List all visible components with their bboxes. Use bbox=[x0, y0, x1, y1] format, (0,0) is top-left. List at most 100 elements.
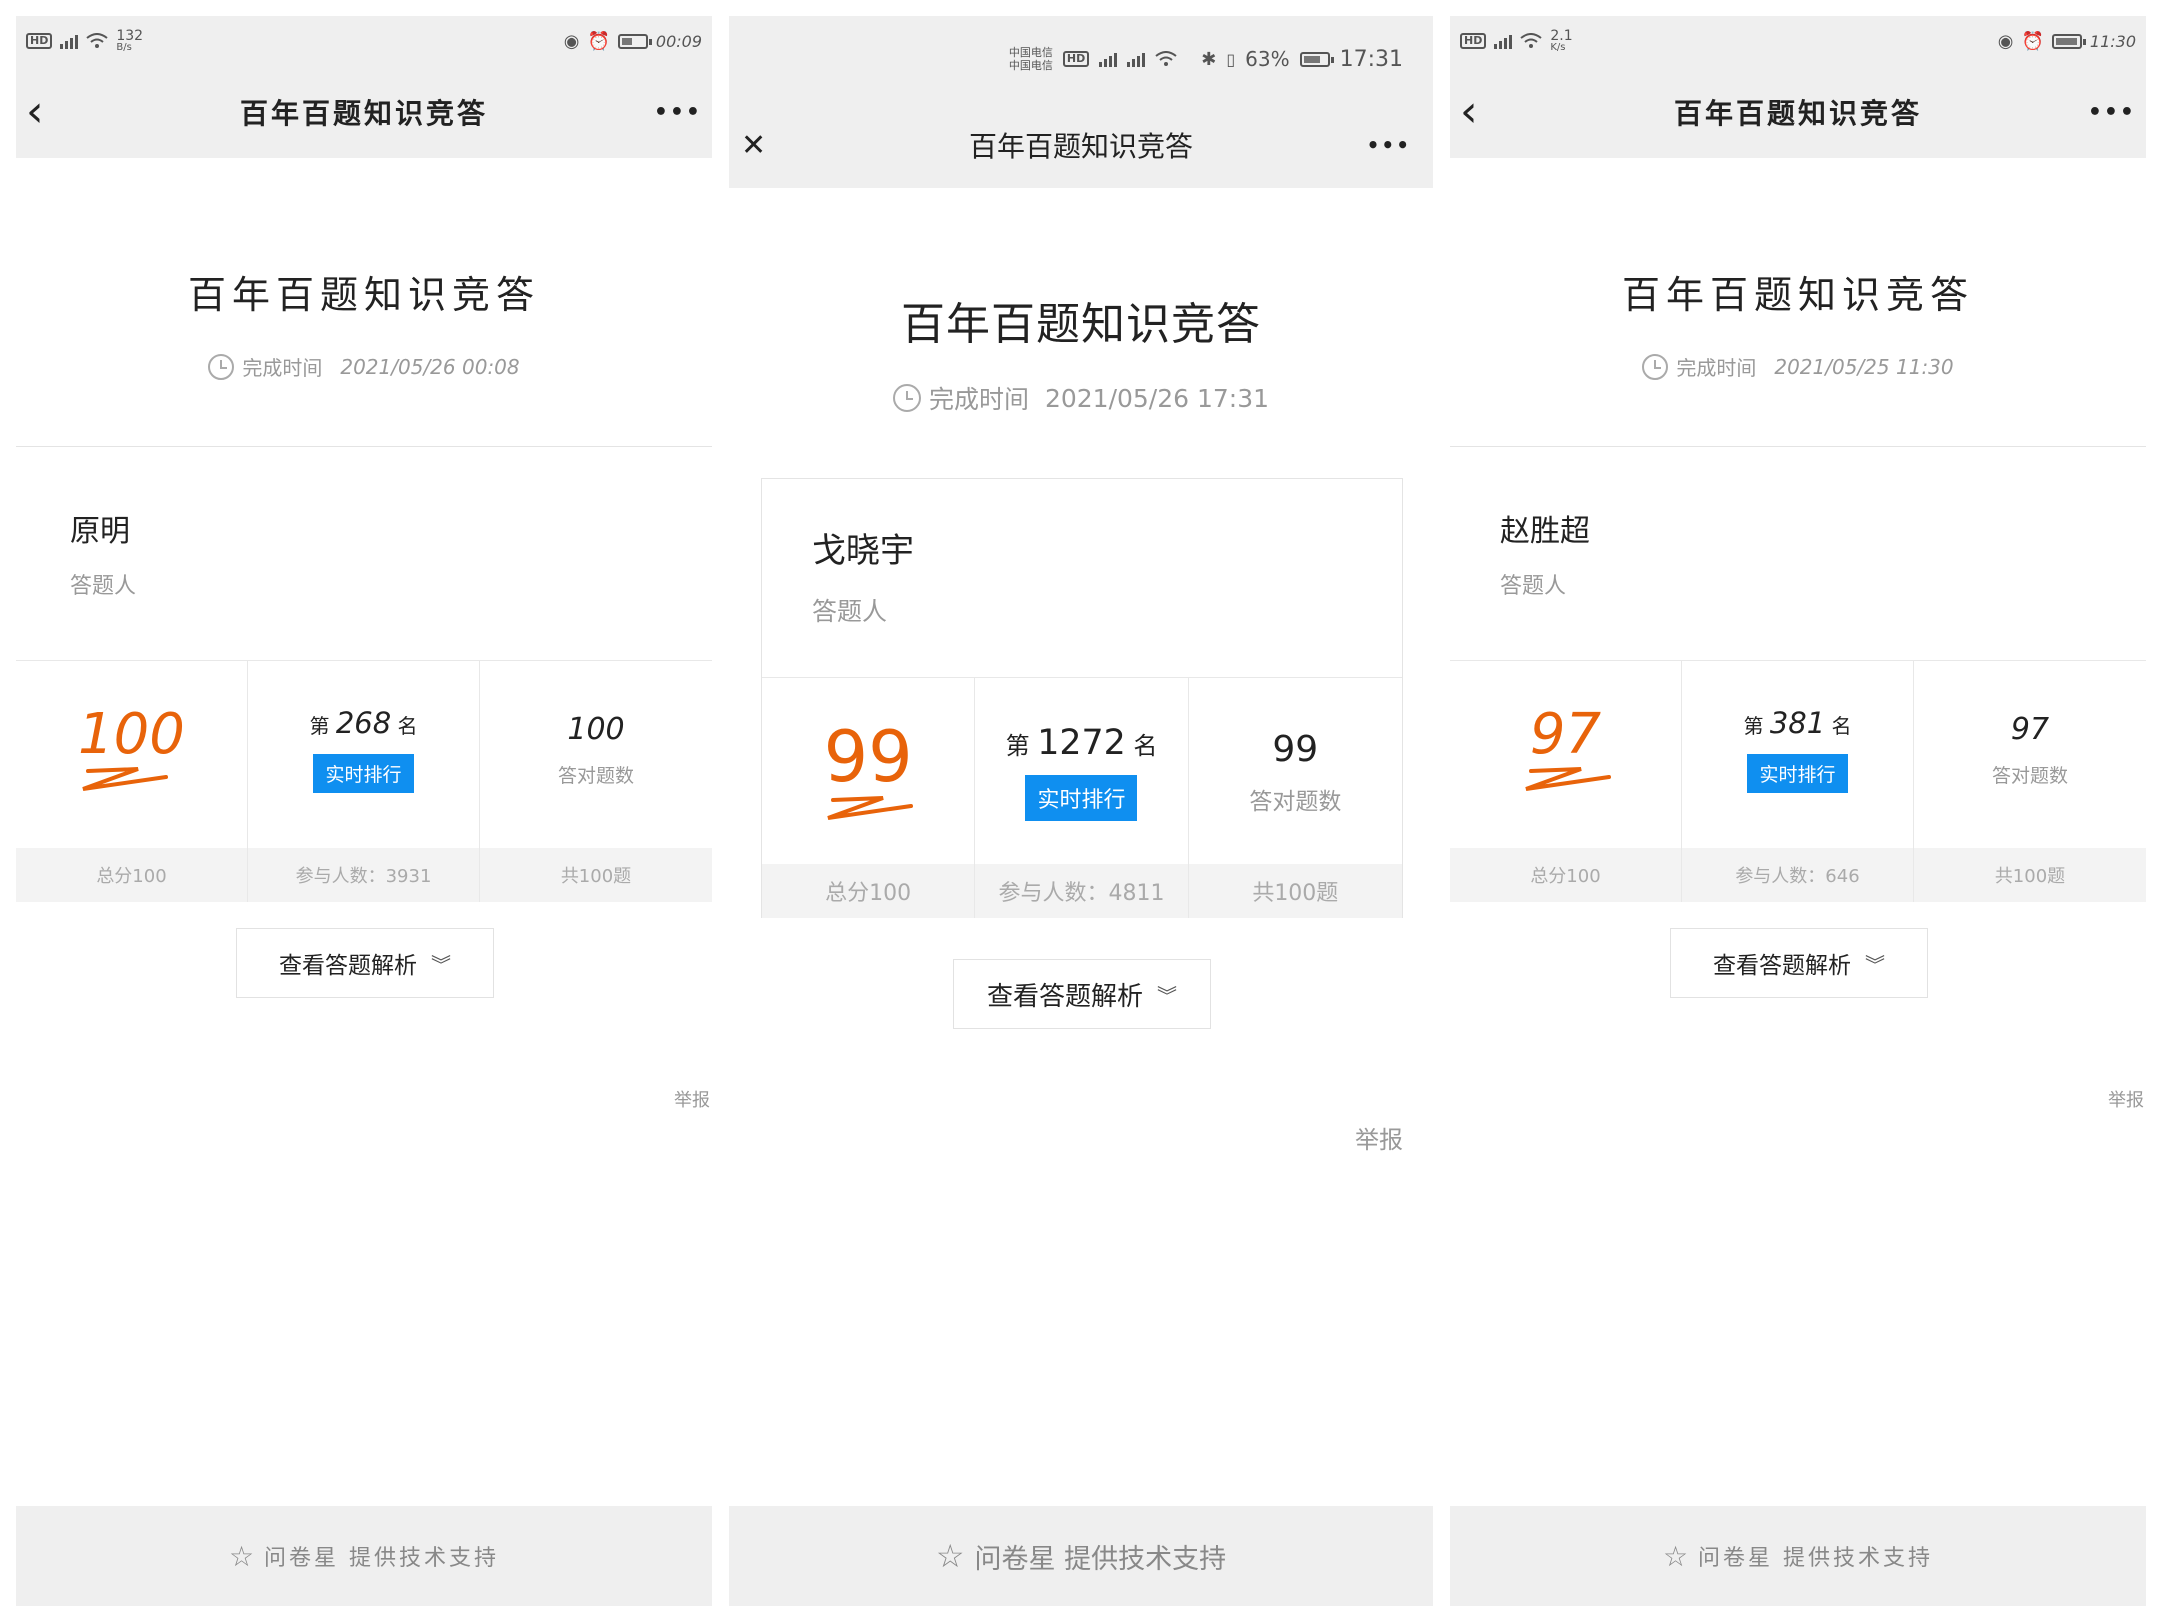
back-button[interactable]: ‹ bbox=[26, 66, 44, 158]
footer-text: 问卷星 提供技术支持 bbox=[1698, 1546, 1934, 1571]
completion-time-label: 完成时间 bbox=[1676, 356, 1757, 380]
correct-count-label: 答对题数 bbox=[557, 764, 634, 787]
rank-text: 第 381 名 bbox=[1743, 706, 1852, 740]
completion-time-label: 完成时间 bbox=[928, 385, 1029, 414]
score-underline-icon bbox=[1524, 766, 1611, 791]
result-card: 原明 答题人 100 总分100 第 268 名 实时排行 参与人数：3931 … bbox=[16, 448, 712, 903]
more-button[interactable]: ••• bbox=[654, 66, 702, 158]
respondent: 原明 答题人 bbox=[70, 506, 136, 600]
screenshot-panel-2: 中国电信 中国电信 HD ✱ ▯ 63% 17:31 ✕ 百年百题知识竞答 ••… bbox=[729, 16, 1433, 1606]
star-icon: ☆ bbox=[1662, 1539, 1689, 1573]
alarm-icon: ⏰ bbox=[587, 30, 610, 52]
correct-cell: 100 答对题数 共100题 bbox=[480, 661, 712, 902]
correct-cell: 99 答对题数 共100题 bbox=[1188, 678, 1402, 918]
rank-number: 268 bbox=[335, 706, 392, 740]
nav-title: 百年百题知识竞答 bbox=[968, 130, 1193, 163]
rank-cell: 第 268 名 实时排行 参与人数：3931 bbox=[248, 661, 480, 902]
score-value: 100 bbox=[78, 701, 185, 767]
survey-title: 百年百题知识竞答 bbox=[1621, 273, 1974, 317]
stats-row: 99 总分100 第 1272 名 实时排行 参与人数：4811 99 答对题数… bbox=[762, 677, 1402, 918]
score-value: 97 bbox=[1529, 701, 1602, 767]
more-icon: ••• bbox=[1366, 133, 1411, 157]
stats-row: 100 总分100 第 268 名 实时排行 参与人数：3931 100 答对题… bbox=[16, 660, 712, 902]
eye-icon: ◉ bbox=[563, 30, 580, 52]
stats-row: 97 总分100 第 381 名 实时排行 参与人数：646 97 答对题数 共… bbox=[1450, 660, 2146, 902]
screenshot-panel-3: HD 2.1 K/s ◉ ⏰ 11:30 ‹ 百年百题知识竞答 ••• 百年百题… bbox=[1450, 16, 2146, 1606]
network-speed: 2.1 bbox=[1550, 28, 1573, 44]
wifi-icon bbox=[86, 33, 108, 48]
nav-title: 百年百题知识竞答 bbox=[1673, 97, 1922, 130]
view-analysis-label: 查看答题解析 bbox=[1713, 953, 1851, 979]
live-ranking-button[interactable]: 实时排行 bbox=[1747, 754, 1848, 793]
respondent-name: 戈晓宇 bbox=[812, 531, 914, 571]
hd-badge: HD bbox=[1062, 51, 1090, 67]
chevron-down-icon: ︾ bbox=[1865, 952, 1885, 977]
respondent: 赵胜超 答题人 bbox=[1500, 506, 1590, 600]
divider bbox=[1450, 446, 2146, 447]
survey-title: 百年百题知识竞答 bbox=[187, 273, 540, 317]
signal-icon bbox=[1494, 33, 1513, 49]
divider bbox=[16, 446, 712, 447]
correct-count: 100 bbox=[567, 711, 625, 747]
question-count-label: 共100题 bbox=[1914, 848, 2146, 902]
footer-bar: ☆ 问卷星 提供技术支持 bbox=[16, 1506, 712, 1606]
total-score-label: 总分100 bbox=[16, 848, 247, 902]
score-cell: 97 总分100 bbox=[1450, 661, 1682, 902]
more-icon: ••• bbox=[653, 99, 702, 125]
back-icon: ‹ bbox=[26, 86, 44, 137]
vibrate-icon: ▯ bbox=[1226, 49, 1236, 69]
bluetooth-icon: ✱ bbox=[1201, 48, 1217, 70]
report-link[interactable]: 举报 bbox=[674, 1086, 710, 1112]
alarm-icon: ⏰ bbox=[2021, 30, 2044, 52]
status-time: 11:30 bbox=[2089, 31, 2136, 51]
score-value: 99 bbox=[823, 716, 913, 798]
correct-count-label: 答对题数 bbox=[1249, 788, 1342, 815]
report-link[interactable]: 举报 bbox=[2108, 1086, 2144, 1112]
rank-cell: 第 381 名 实时排行 参与人数：646 bbox=[1682, 661, 1914, 902]
status-bar: 中国电信 中国电信 HD ✱ ▯ 63% 17:31 bbox=[729, 16, 1433, 102]
hd-badge: HD bbox=[1460, 33, 1487, 49]
completion-time-value: 2021/05/26 17:31 bbox=[1044, 383, 1270, 413]
footer-bar: ☆ 问卷星 提供技术支持 bbox=[729, 1506, 1433, 1606]
view-analysis-button[interactable]: 查看答题解析 ︾ bbox=[236, 928, 494, 998]
live-ranking-button[interactable]: 实时排行 bbox=[1025, 775, 1138, 821]
status-bar: HD 132 B/s ◉ ⏰ 00:09 bbox=[16, 16, 712, 66]
view-analysis-button[interactable]: 查看答题解析 ︾ bbox=[1670, 928, 1928, 998]
carrier-2: 中国电信 bbox=[1008, 59, 1053, 72]
hd-badge: HD bbox=[26, 33, 53, 49]
respondent-name: 原明 bbox=[70, 514, 130, 549]
star-icon: ☆ bbox=[935, 1537, 965, 1575]
total-score-label: 总分100 bbox=[1450, 848, 1681, 902]
chevron-down-icon: ︾ bbox=[1157, 983, 1177, 1008]
more-button[interactable]: ••• bbox=[2088, 66, 2136, 158]
nav-title: 百年百题知识竞答 bbox=[239, 97, 488, 130]
participants-label: 参与人数：3931 bbox=[248, 848, 479, 902]
close-button[interactable]: ✕ bbox=[741, 102, 766, 188]
back-button[interactable]: ‹ bbox=[1460, 66, 1478, 158]
signal-icon bbox=[60, 33, 79, 49]
correct-cell: 97 答对题数 共100题 bbox=[1914, 661, 2146, 902]
respondent: 戈晓宇 答题人 bbox=[812, 523, 914, 628]
report-link[interactable]: 举报 bbox=[1355, 1120, 1403, 1155]
star-icon: ☆ bbox=[228, 1539, 255, 1573]
more-icon: ••• bbox=[2087, 99, 2136, 125]
view-analysis-button[interactable]: 查看答题解析 ︾ bbox=[953, 959, 1211, 1029]
correct-count: 97 bbox=[2010, 711, 2050, 747]
battery-icon bbox=[2051, 33, 2086, 49]
network-speed: 132 bbox=[116, 28, 144, 44]
chevron-down-icon: ︾ bbox=[431, 952, 451, 977]
total-score-label: 总分100 bbox=[762, 864, 975, 918]
live-ranking-button[interactable]: 实时排行 bbox=[313, 754, 414, 793]
carrier-1: 中国电信 bbox=[1008, 46, 1053, 59]
more-button[interactable]: ••• bbox=[1367, 102, 1411, 188]
correct-count-label: 答对题数 bbox=[1991, 764, 2068, 787]
rank-text: 第 268 名 bbox=[309, 706, 418, 740]
clock-icon bbox=[1642, 353, 1669, 380]
question-count-label: 共100题 bbox=[480, 848, 712, 902]
completion-time: 完成时间 2021/05/26 17:31 bbox=[729, 380, 1433, 416]
score-underline-icon bbox=[82, 766, 169, 791]
nav-bar: ‹ 百年百题知识竞答 ••• bbox=[1450, 66, 2146, 158]
score-cell: 99 总分100 bbox=[762, 678, 976, 918]
footer-bar: ☆ 问卷星 提供技术支持 bbox=[1450, 1506, 2146, 1606]
battery-percent: 63% bbox=[1245, 47, 1290, 71]
